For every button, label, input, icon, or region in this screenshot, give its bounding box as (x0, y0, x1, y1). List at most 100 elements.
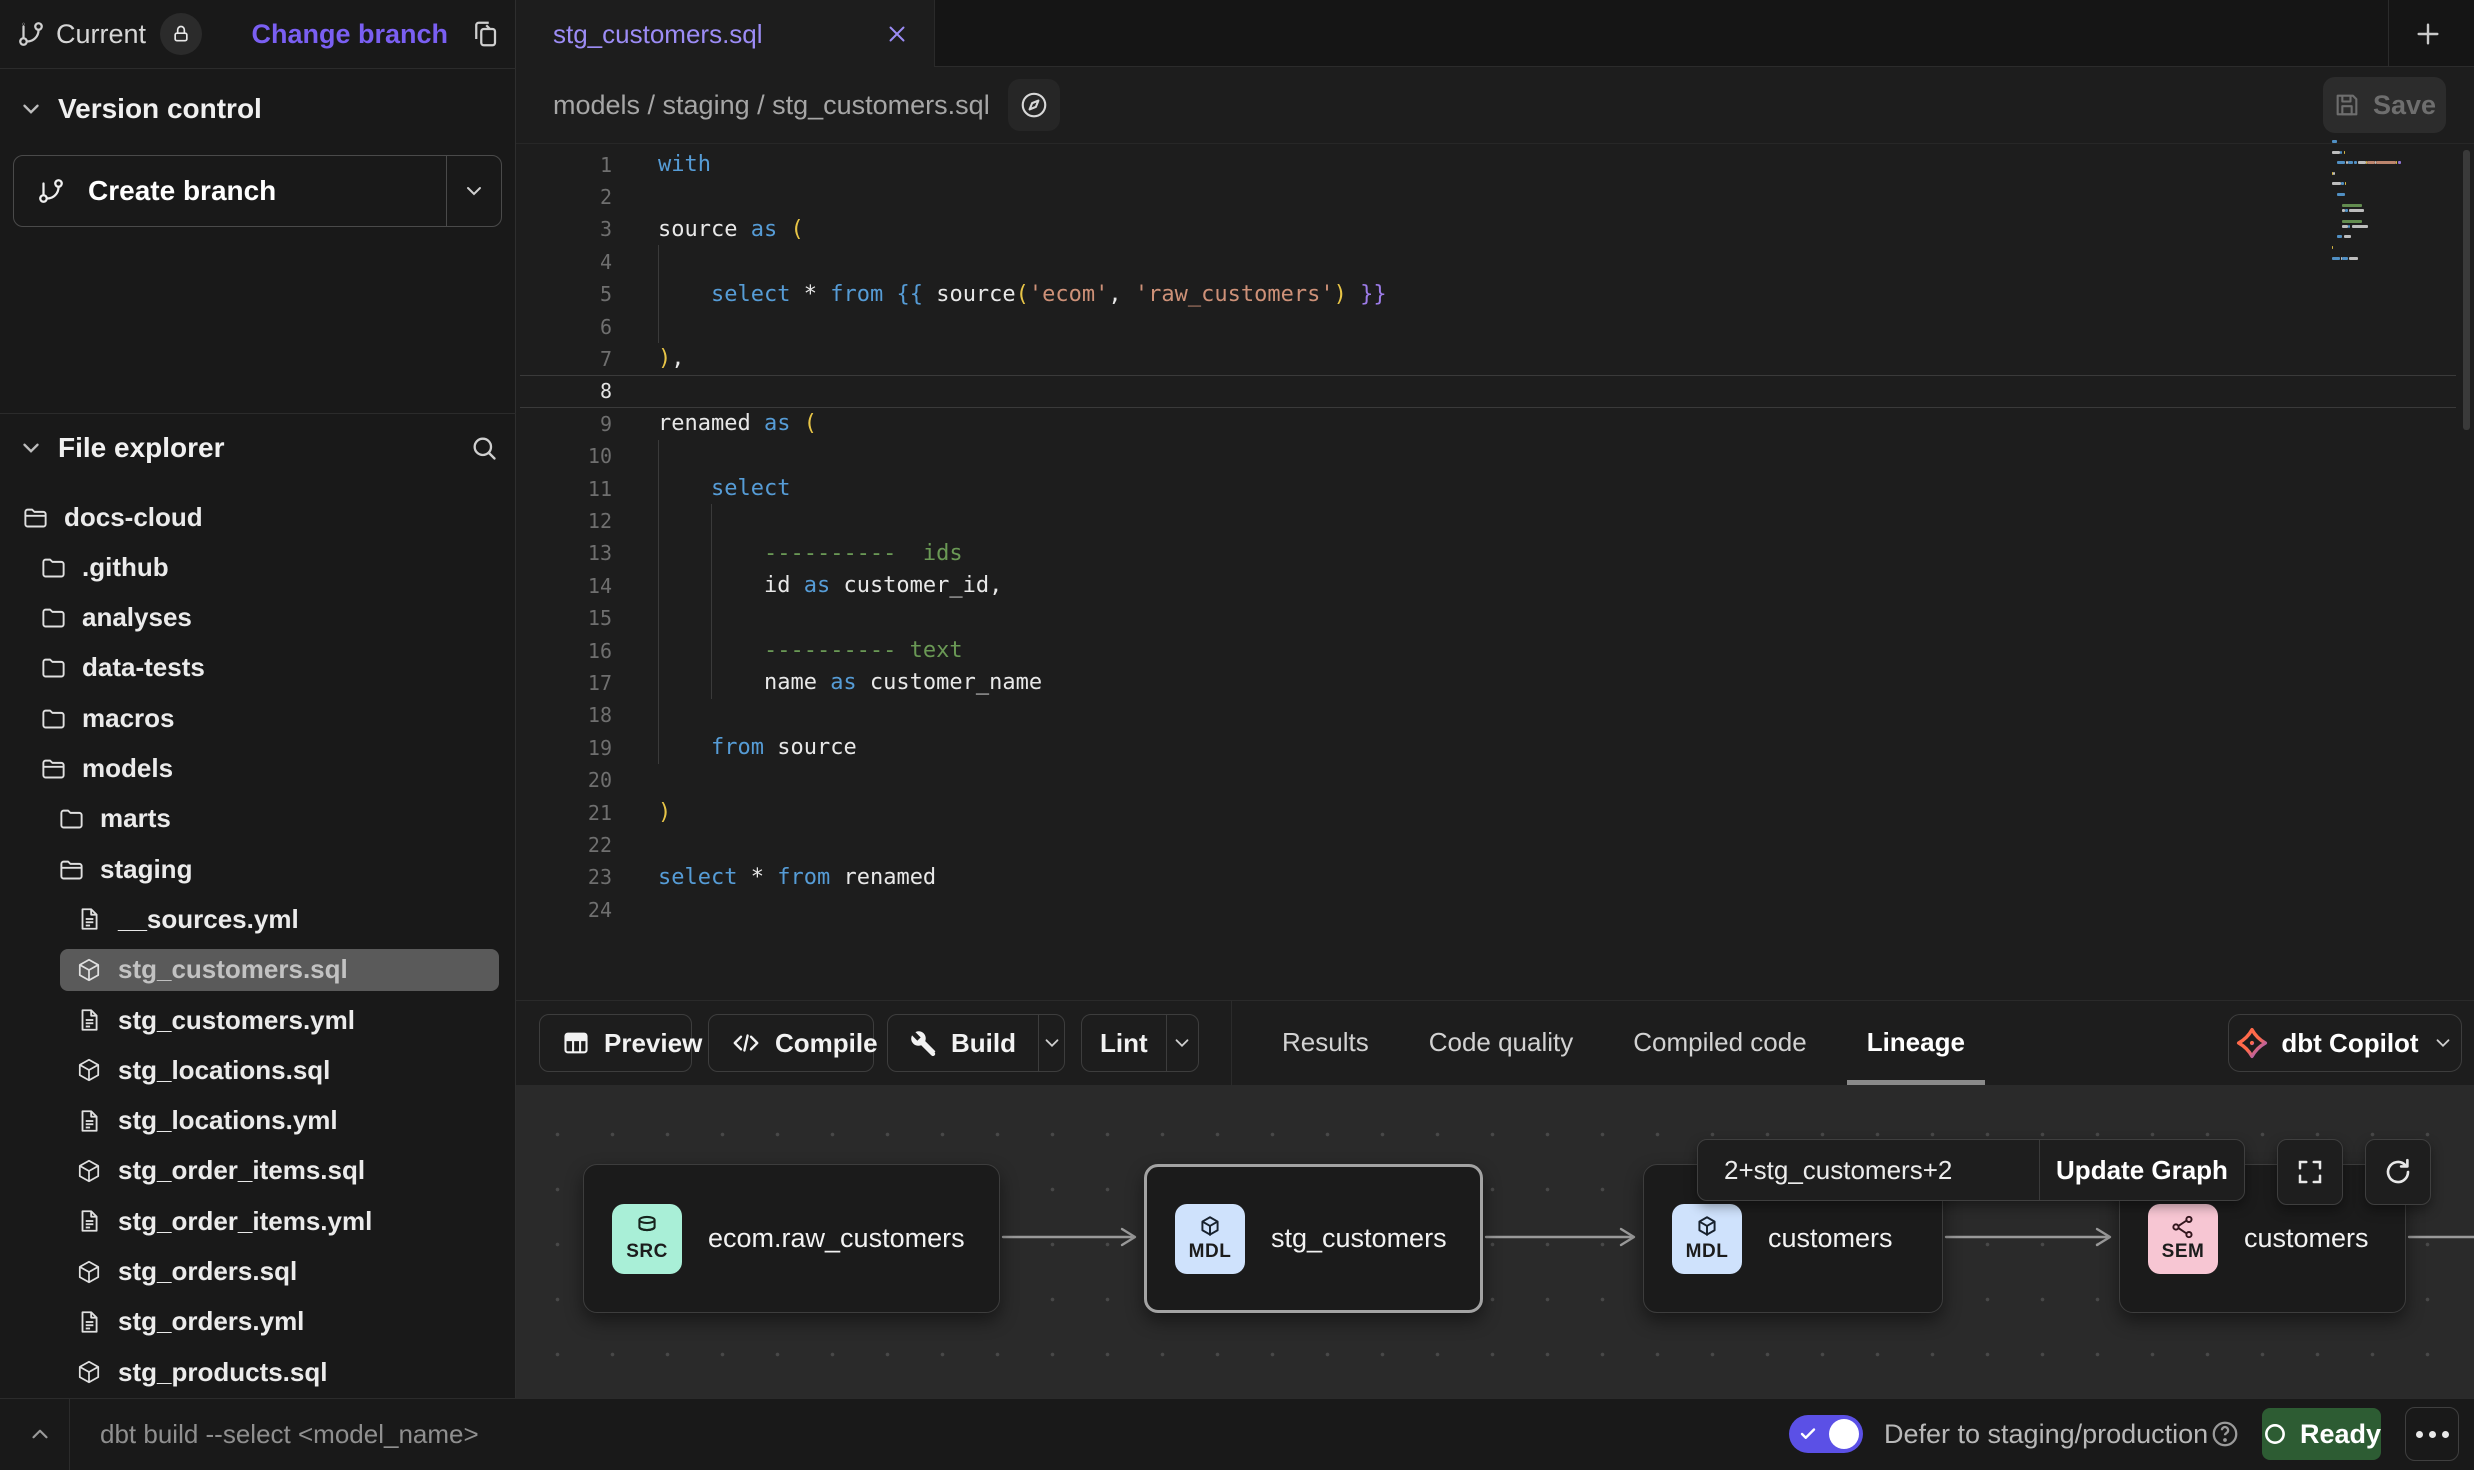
build-dropdown[interactable] (1038, 1015, 1064, 1071)
code-line-7[interactable]: 7), (516, 342, 2474, 375)
tree-item-docs-cloud[interactable]: docs-cloud (0, 492, 509, 542)
code-line-12[interactable]: 12 (516, 504, 2474, 537)
badge-label: MDL (1686, 1241, 1729, 1263)
result-tab-lineage[interactable]: Lineage (1867, 1000, 1965, 1085)
code-line-22[interactable]: 22 (516, 828, 2474, 861)
code-line-8[interactable]: 8 (516, 375, 2474, 408)
defer-label: Defer to staging/production (1884, 1398, 2208, 1470)
result-tab-code-quality[interactable]: Code quality (1429, 1000, 1574, 1085)
dbt-cloud-ide: Current Change branch Version control (0, 0, 2474, 1470)
search-icon[interactable] (470, 434, 498, 462)
lint-button[interactable]: Lint (1081, 1014, 1199, 1072)
version-control-section[interactable]: Version control (0, 88, 516, 130)
node-label: ecom.raw_customers (708, 1223, 965, 1254)
tree-item-stg-orders-sql[interactable]: stg_orders.sql (0, 1247, 509, 1297)
code-line-4[interactable]: 4 (516, 245, 2474, 278)
help-icon[interactable] (2210, 1419, 2240, 1449)
save-icon (2333, 91, 2361, 119)
tree-item-stg-products-sql[interactable]: stg_products.sql (0, 1347, 509, 1397)
more-options-button[interactable] (2405, 1407, 2459, 1461)
line-content: with (658, 152, 711, 177)
update-graph-button[interactable]: Update Graph (2039, 1140, 2244, 1200)
create-branch-button[interactable]: Create branch (13, 155, 502, 227)
code-line-2[interactable]: 2 (516, 180, 2474, 213)
code-line-9[interactable]: 9renamed as ( (516, 407, 2474, 440)
new-tab-button[interactable] (2404, 10, 2452, 58)
badge-label: MDL (1189, 1241, 1232, 1263)
refresh-button[interactable] (2365, 1139, 2431, 1205)
collapse-command-bar-button[interactable] (16, 1410, 64, 1458)
code-line-13[interactable]: 13 ---------- ids (516, 537, 2474, 570)
command-input[interactable]: dbt build --select <model_name> (100, 1398, 479, 1470)
code-line-10[interactable]: 10 (516, 440, 2474, 473)
code-line-18[interactable]: 18 (516, 699, 2474, 732)
code-line-19[interactable]: 19 from source (516, 731, 2474, 764)
tree-item-stg-customers-sql[interactable]: stg_customers.sql (0, 945, 509, 995)
code-line-17[interactable]: 17 name as customer_name (516, 666, 2474, 699)
lint-dropdown[interactable] (1166, 1015, 1198, 1071)
file-model-icon (74, 1259, 104, 1285)
code-line-6[interactable]: 6 (516, 310, 2474, 343)
fullscreen-button[interactable] (2277, 1139, 2343, 1205)
divider (2388, 0, 2389, 67)
code-editor[interactable]: 1with23source as (45 select * from {{ so… (516, 144, 2474, 1000)
tree-item-models[interactable]: models (0, 744, 509, 794)
copy-icon[interactable] (470, 19, 500, 49)
cube-icon (1694, 1214, 1720, 1240)
code-line-20[interactable]: 20 (516, 764, 2474, 797)
close-icon[interactable] (884, 21, 910, 47)
tree-item--sources-yml[interactable]: __sources.yml (0, 894, 509, 944)
tree-item-macros[interactable]: macros (0, 693, 509, 743)
code-icon (731, 1028, 761, 1058)
tree-item-stg-locations-sql[interactable]: stg_locations.sql (0, 1045, 509, 1095)
tab-stg-customers-sql[interactable]: stg_customers.sql (516, 0, 935, 68)
tree-item-stg-order-items-sql[interactable]: stg_order_items.sql (0, 1146, 509, 1196)
compile-button[interactable]: Compile (708, 1014, 874, 1072)
tree-item-data-tests[interactable]: data-tests (0, 643, 509, 693)
tree-item--github[interactable]: .github (0, 542, 509, 592)
line-content: name as customer_name (658, 670, 1042, 695)
line-content: ), (658, 346, 685, 371)
dbt-copilot-button[interactable]: dbt Copilot (2228, 1014, 2462, 1072)
file-explorer-section[interactable]: File explorer (0, 425, 516, 471)
code-line-11[interactable]: 11 select (516, 472, 2474, 505)
code-line-3[interactable]: 3source as ( (516, 213, 2474, 246)
result-tab-compiled-code[interactable]: Compiled code (1633, 1000, 1806, 1085)
code-line-14[interactable]: 14 id as customer_id, (516, 569, 2474, 602)
tree-item-staging[interactable]: staging (0, 844, 509, 894)
code-line-15[interactable]: 15 (516, 602, 2474, 635)
lineage-selector-input[interactable]: 2+stg_customers+2 (1698, 1140, 2039, 1200)
save-button[interactable]: Save (2323, 77, 2446, 133)
editor-scrollbar[interactable] (2463, 150, 2470, 430)
code-line-21[interactable]: 21) (516, 796, 2474, 829)
change-branch-link[interactable]: Change branch (251, 19, 448, 50)
tree-item-analyses[interactable]: analyses (0, 593, 509, 643)
tree-item-label: data-tests (82, 652, 205, 683)
sidebar: Current Change branch Version control (0, 0, 516, 1398)
tree-item-marts[interactable]: marts (0, 794, 509, 844)
lineage-node-src-ecom-raw-customers[interactable]: SRCecom.raw_customers (583, 1164, 1000, 1313)
tree-item-stg-customers-yml[interactable]: stg_customers.yml (0, 995, 509, 1045)
tree-item-stg-order-items-yml[interactable]: stg_order_items.yml (0, 1196, 509, 1246)
minimap[interactable] (2332, 140, 2404, 272)
build-button[interactable]: Build (887, 1014, 1065, 1072)
code-line-1[interactable]: 1with (516, 148, 2474, 181)
tree-item-stg-locations-yml[interactable]: stg_locations.yml (0, 1096, 509, 1146)
code-line-16[interactable]: 16 ---------- text (516, 634, 2474, 667)
folder-open-icon (38, 755, 68, 782)
result-tab-results[interactable]: Results (1282, 1000, 1369, 1085)
lineage-node-mdl-stg-customers[interactable]: MDLstg_customers (1144, 1164, 1483, 1313)
compass-icon (1019, 90, 1049, 120)
copilot-compass-button[interactable] (1008, 79, 1060, 131)
code-line-5[interactable]: 5 select * from {{ source('ecom', 'raw_c… (516, 278, 2474, 311)
code-line-23[interactable]: 23select * from renamed (516, 861, 2474, 894)
preview-button[interactable]: Preview (539, 1014, 692, 1072)
badge-label: SEM (2162, 1241, 2205, 1263)
line-number: 5 (516, 282, 612, 306)
code-line-24[interactable]: 24 (516, 893, 2474, 926)
defer-toggle[interactable] (1789, 1415, 1863, 1453)
tree-item-stg-orders-yml[interactable]: stg_orders.yml (0, 1297, 509, 1347)
indent-guide (658, 245, 659, 343)
create-branch-dropdown[interactable] (446, 156, 501, 226)
ide-status-ready-button[interactable]: Ready (2262, 1408, 2381, 1460)
